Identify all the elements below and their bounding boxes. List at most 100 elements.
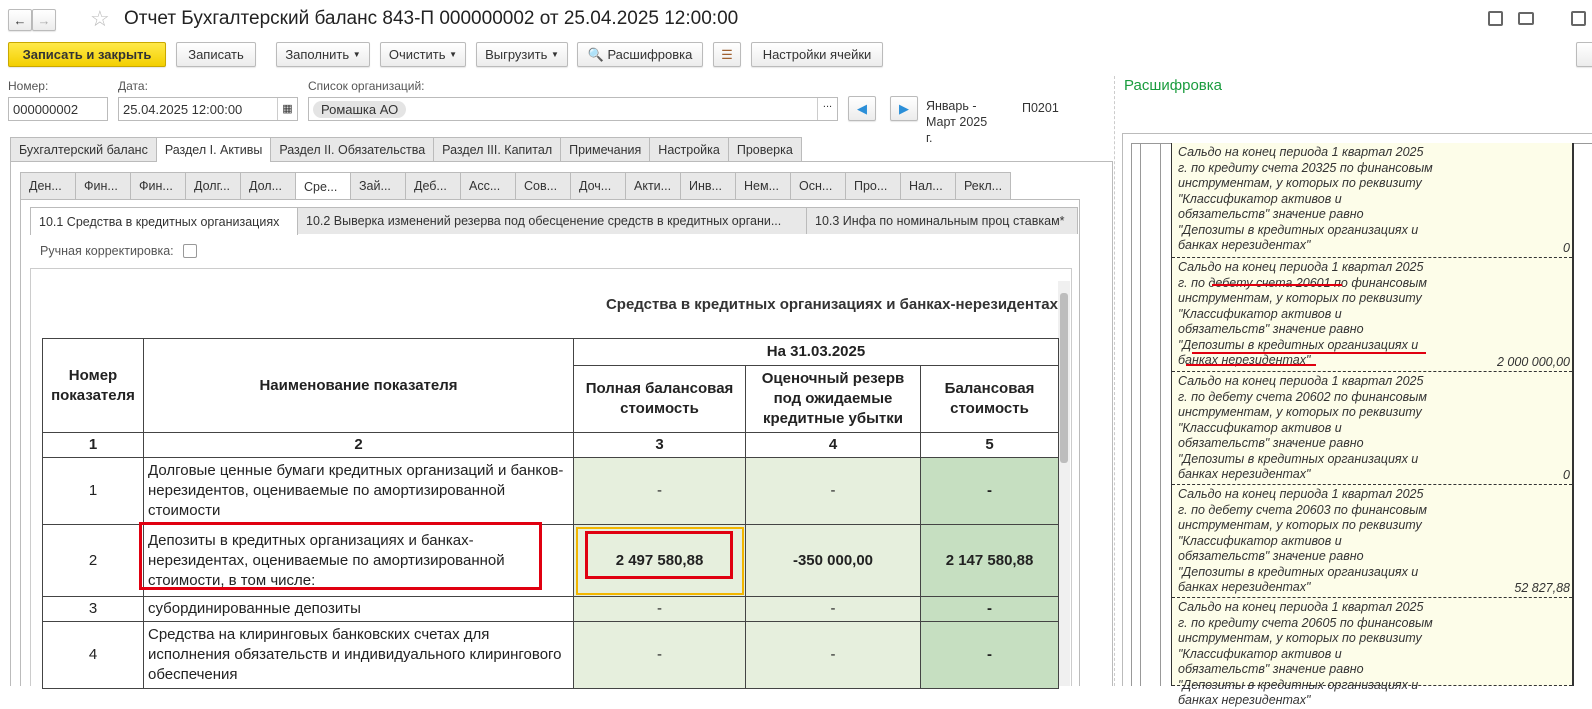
colnum: 1 <box>42 432 144 458</box>
tab-section-0[interactable]: Бухгалтерский баланс <box>10 137 157 161</box>
clear-button[interactable]: Очистить ▼ <box>380 42 466 67</box>
back-button[interactable]: ← <box>8 9 32 31</box>
header-name: Наименование показателя <box>143 338 574 433</box>
org-chip[interactable]: Ромашка АО <box>313 100 407 118</box>
fill-button[interactable]: Заполнить ▼ <box>276 42 370 67</box>
scrollbar-thumb[interactable] <box>1060 293 1068 463</box>
calendar-icon[interactable]: ▦ <box>277 98 297 120</box>
next-period-button[interactable]: ▶ <box>890 96 918 121</box>
row-number: 1 <box>42 457 144 525</box>
cell-col5[interactable]: - <box>920 457 1059 525</box>
tab-subsection-10[interactable]: Доч... <box>570 172 626 199</box>
cell-col4[interactable]: - <box>745 457 921 525</box>
export-label: Выгрузить <box>485 47 548 62</box>
tab-section-5[interactable]: Настройка <box>649 137 729 161</box>
row-name: Средства на клиринговых банковских счета… <box>143 621 574 689</box>
tab-section-2[interactable]: Раздел II. Обязательства <box>270 137 435 161</box>
number-field[interactable]: 000000002 <box>8 97 108 121</box>
tab-subsection-14[interactable]: Осн... <box>790 172 846 199</box>
decode-button[interactable]: 🔍 Расшифровка <box>577 42 703 67</box>
tab-section-6[interactable]: Проверка <box>727 137 802 161</box>
manual-correction-label: Ручная корректировка: <box>40 244 174 258</box>
splitter[interactable] <box>1114 76 1115 686</box>
decode-entry-value: 2 000 000,00 <box>1497 354 1570 369</box>
cell-col4[interactable]: - <box>745 621 921 689</box>
decode-entry[interactable]: Сальдо на конец периода 1 квартал 2025 г… <box>1172 485 1572 598</box>
tab-subsection-15[interactable]: Про... <box>845 172 901 199</box>
decode-label: Расшифровка <box>607 47 693 62</box>
vertical-scrollbar[interactable] <box>1058 281 1070 686</box>
cell-col3[interactable]: - <box>573 621 746 689</box>
decode-entry-text: Сальдо на конец периода 1 квартал 2025 г… <box>1178 145 1433 252</box>
dropdown-arrow-icon: ▼ <box>449 50 458 59</box>
print-icon[interactable] <box>1518 12 1534 25</box>
section-tabs: Бухгалтерский баланс Раздел I. Активы Разд… <box>10 137 802 162</box>
cell-col3[interactable]: - <box>573 457 746 525</box>
row-number: 3 <box>42 596 144 622</box>
cell-col3[interactable]: - <box>573 596 746 622</box>
tab-table-2[interactable]: 10.3 Инфа по номинальным проц ставкам* <box>806 207 1078 234</box>
favorite-star-icon[interactable]: ☆ <box>90 6 110 32</box>
tab-table-0[interactable]: 10.1 Средства в кредитных организациях <box>30 207 298 235</box>
annotation-underline <box>1212 284 1342 286</box>
header-date: На 31.03.2025 <box>573 338 1059 366</box>
export-button[interactable]: Выгрузить ▼ <box>476 42 568 67</box>
preview-icon[interactable] <box>1571 11 1586 26</box>
tab-subsection-11[interactable]: Акти... <box>625 172 681 199</box>
decode-entry[interactable]: Сальдо на конец периода 1 квартал 2025 г… <box>1172 143 1572 258</box>
colnum: 2 <box>143 432 574 458</box>
report-title: Средства в кредитных организациях и банк… <box>605 296 1058 313</box>
cell-settings-button[interactable]: Настройки ячейки <box>751 42 883 67</box>
row-name: субординированные депозиты <box>143 596 574 622</box>
tab-table-1[interactable]: 10.2 Выверка изменений резерва под обесц… <box>297 207 807 234</box>
report-settings-button[interactable]: ☰ <box>713 42 741 67</box>
orgs-field[interactable]: Ромашка АО... <box>308 97 838 121</box>
annotation-underline <box>1186 364 1316 366</box>
tab-subsection-4[interactable]: Дол... <box>240 172 296 199</box>
tab-subsection-9[interactable]: Сов... <box>515 172 571 199</box>
tab-subsection-16[interactable]: Нал... <box>900 172 956 199</box>
cell-col4[interactable]: -350 000,00 <box>745 524 921 597</box>
select-button[interactable]: ... <box>817 98 837 120</box>
tab-subsection-3[interactable]: Долг... <box>185 172 241 199</box>
tab-section-1[interactable]: Раздел I. Активы <box>155 137 272 162</box>
report-table: Номер показателя Наименование показателя Н… <box>42 338 1059 689</box>
save-and-close-button[interactable]: Записать и закрыть <box>8 42 166 67</box>
save-button[interactable]: Записать <box>176 42 256 67</box>
orgs-label: Список организаций: <box>308 79 425 93</box>
decode-entry[interactable]: Сальдо на конец периода 1 квартал 2025 г… <box>1172 258 1572 372</box>
tab-section-4[interactable]: Примечания <box>560 137 651 161</box>
save-icon[interactable] <box>1488 11 1503 26</box>
tab-subsection-12[interactable]: Инв... <box>680 172 736 199</box>
decode-title: Расшифровка <box>1124 77 1222 94</box>
header-col4: Оценочный резерв под ожидаемые кредитные… <box>745 365 921 433</box>
prev-period-button[interactable]: ◀ <box>848 96 876 121</box>
header-col5: Балансовая стоимость <box>920 365 1059 433</box>
decode-entry-value: 0 <box>1563 467 1570 482</box>
manual-correction-checkbox[interactable] <box>183 244 197 258</box>
decode-entry[interactable]: Сальдо на конец периода 1 квартал 2025 г… <box>1172 598 1572 707</box>
table-row: 3 субординированные депозиты - - - <box>42 596 1059 622</box>
cell-col5[interactable]: - <box>920 621 1059 689</box>
header-number: Номер показателя <box>42 338 144 433</box>
highlight-box-name <box>139 522 542 590</box>
tab-subsection-17[interactable]: Рекл... <box>955 172 1011 199</box>
tab-subsection-1[interactable]: Фин... <box>75 172 131 199</box>
forward-button[interactable]: → <box>32 9 56 31</box>
tab-subsection-5[interactable]: Сре... <box>295 172 351 200</box>
cell-col5[interactable]: 2 147 580,88 <box>920 524 1059 597</box>
cell-col4[interactable]: - <box>745 596 921 622</box>
tab-subsection-7[interactable]: Деб... <box>405 172 461 199</box>
cell-col5[interactable]: - <box>920 596 1059 622</box>
tab-section-3[interactable]: Раздел III. Капитал <box>433 137 562 161</box>
colnum: 4 <box>745 432 921 458</box>
tab-subsection-0[interactable]: Ден... <box>20 172 76 199</box>
subsection-tabs: Ден... Фин... Фин... Долг... Дол... Сре... Зай… <box>20 172 1011 200</box>
tab-subsection-8[interactable]: Асс... <box>460 172 516 199</box>
tab-subsection-13[interactable]: Нем... <box>735 172 791 199</box>
tab-subsection-2[interactable]: Фин... <box>130 172 186 199</box>
tab-subsection-6[interactable]: Зай... <box>350 172 406 199</box>
date-field[interactable]: 25.04.2025 12:00:00 ▦ <box>118 97 298 121</box>
decode-entry[interactable]: Сальдо на конец периода 1 квартал 2025 г… <box>1172 372 1572 485</box>
more-button[interactable] <box>1576 42 1592 67</box>
